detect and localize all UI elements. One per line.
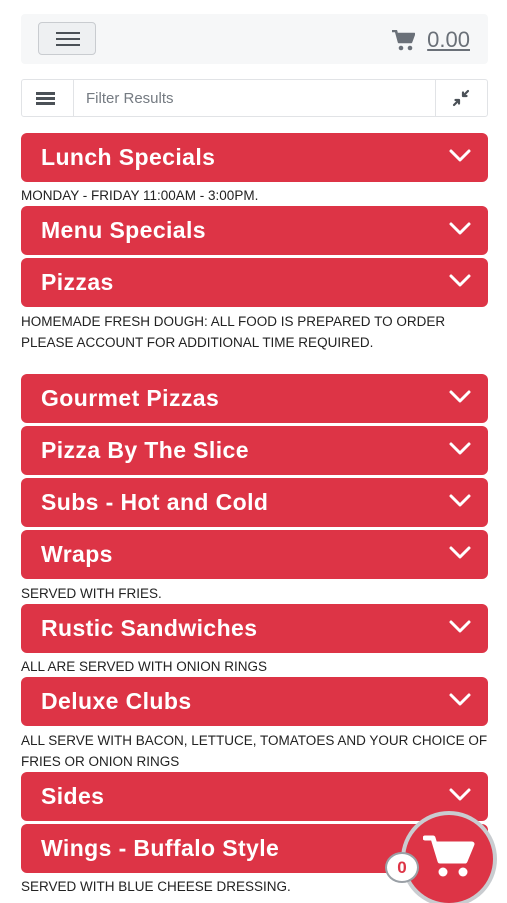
category-note: ALL SERVE WITH BACON, LETTUCE, TOMATOES … bbox=[21, 733, 488, 769]
category-label: Deluxe Clubs bbox=[41, 688, 192, 714]
cart-total-link[interactable]: 0.00 bbox=[391, 27, 470, 53]
category-note: ALL ARE SERVED WITH ONION RINGS bbox=[21, 659, 268, 674]
chevron-down-icon bbox=[449, 222, 471, 235]
filter-bar bbox=[21, 79, 488, 117]
chevron-down-icon bbox=[449, 149, 471, 162]
category-note: MONDAY - FRIDAY 11:00AM - 3:00PM. bbox=[21, 188, 259, 203]
category-rustic-sandwiches[interactable]: Rustic Sandwiches bbox=[21, 604, 488, 653]
category-label: Pizza By The Slice bbox=[41, 437, 249, 463]
category-label: Sides bbox=[41, 783, 105, 809]
category-label: Wraps bbox=[41, 541, 113, 567]
collapse-all-button[interactable] bbox=[435, 80, 487, 116]
category-note: HOMEMADE FRESH DOUGH: ALL FOOD IS PREPAR… bbox=[21, 314, 446, 350]
category-label: Gourmet Pizzas bbox=[41, 385, 220, 411]
category-wraps[interactable]: Wraps bbox=[21, 530, 488, 579]
category-lunch-specials[interactable]: Lunch Specials bbox=[21, 133, 488, 182]
category-pizza-by-the-slice[interactable]: Pizza By The Slice bbox=[21, 426, 488, 475]
category-gourmet-pizzas[interactable]: Gourmet Pizzas bbox=[21, 374, 488, 423]
category-label: Subs - Hot and Cold bbox=[41, 489, 269, 515]
chevron-down-icon bbox=[449, 620, 471, 633]
category-subs[interactable]: Subs - Hot and Cold bbox=[21, 478, 488, 527]
category-label: Lunch Specials bbox=[41, 144, 216, 170]
list-icon bbox=[36, 92, 55, 95]
list-view-button[interactable] bbox=[22, 80, 74, 116]
hamburger-icon bbox=[56, 32, 80, 34]
chevron-down-icon bbox=[449, 788, 471, 801]
cart-total-amount: 0.00 bbox=[427, 27, 470, 52]
category-pizzas[interactable]: Pizzas bbox=[21, 258, 488, 307]
chevron-down-icon bbox=[449, 442, 471, 455]
menu-toggle-button[interactable] bbox=[38, 22, 96, 55]
chevron-down-icon bbox=[449, 274, 471, 287]
category-label: Wings - Buffalo Style bbox=[41, 835, 280, 861]
category-sides[interactable]: Sides bbox=[21, 772, 488, 821]
collapse-arrows-icon bbox=[452, 89, 470, 107]
header-bar: 0.00 bbox=[21, 14, 488, 64]
category-note: SERVED WITH FRIES. bbox=[21, 586, 162, 601]
filter-input[interactable] bbox=[74, 80, 436, 116]
category-label: Pizzas bbox=[41, 269, 114, 295]
category-menu-specials[interactable]: Menu Specials bbox=[21, 206, 488, 255]
category-label: Rustic Sandwiches bbox=[41, 615, 258, 641]
chevron-down-icon bbox=[449, 693, 471, 706]
floating-cart-button[interactable] bbox=[405, 815, 493, 903]
shopping-cart-icon bbox=[392, 29, 416, 50]
shopping-cart-icon bbox=[423, 835, 475, 877]
category-deluxe-clubs[interactable]: Deluxe Clubs bbox=[21, 677, 488, 726]
cart-count-badge: 0 bbox=[385, 852, 419, 883]
category-label: Menu Specials bbox=[41, 217, 206, 243]
chevron-down-icon bbox=[449, 390, 471, 403]
chevron-down-icon bbox=[449, 546, 471, 559]
chevron-down-icon bbox=[449, 494, 471, 507]
